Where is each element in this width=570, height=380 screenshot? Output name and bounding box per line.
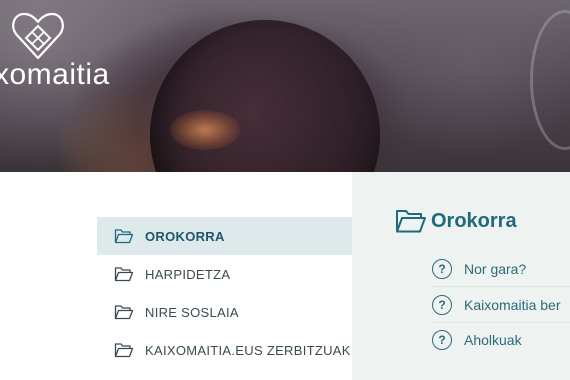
folder-icon <box>114 267 134 282</box>
folder-icon <box>114 305 134 320</box>
nav-item-label: OROKORRA <box>145 228 225 244</box>
logo-text[interactable]: xomaitia <box>0 58 110 92</box>
hero-ring <box>530 10 570 150</box>
nav-item-orokorra[interactable]: OROKORRA <box>97 217 379 255</box>
nav-item-label: NIRE SOSLAIA <box>145 304 239 320</box>
hero-sphere-image <box>150 20 380 172</box>
hero-glow <box>170 110 240 150</box>
question-icon: ? <box>432 258 452 279</box>
faq-panel: Orokorra ? Nor gara? ? Kaixomaitia ber ?… <box>352 172 570 380</box>
question-icon: ? <box>432 294 452 315</box>
faq-item-aholkuak[interactable]: ? Aholkuak <box>432 322 570 358</box>
hero-banner: xomaitia <box>0 0 570 172</box>
panel-title-text: Orokorra <box>431 210 517 232</box>
nav-item-label: HARPIDETZA <box>145 266 231 282</box>
section-nav: OROKORRA HARPIDETZA NIRE SOSLAIA KAIXOMA… <box>97 217 379 369</box>
faq-item-kaixomaitia[interactable]: ? Kaixomaitia ber <box>432 287 570 323</box>
faq-item-label: Nor gara? <box>464 260 527 277</box>
nav-item-nire-soslaia[interactable]: NIRE SOSLAIA <box>97 293 379 331</box>
nav-item-zerbitzuak[interactable]: KAIXOMAITIA.EUS ZERBITZUAK <box>97 331 379 369</box>
question-icon: ? <box>432 330 452 350</box>
folder-icon <box>396 210 426 233</box>
folder-icon <box>114 343 134 358</box>
faq-item-label: Kaixomaitia ber <box>464 296 561 313</box>
heart-logo-icon[interactable] <box>10 10 66 62</box>
nav-item-label: KAIXOMAITIA.EUS ZERBITZUAK <box>145 342 351 358</box>
faq-item-label: Aholkuak <box>464 332 522 348</box>
folder-icon <box>114 229 134 244</box>
nav-item-harpidetza[interactable]: HARPIDETZA <box>97 255 379 293</box>
faq-item-nor-gara[interactable]: ? Nor gara? <box>432 251 570 287</box>
